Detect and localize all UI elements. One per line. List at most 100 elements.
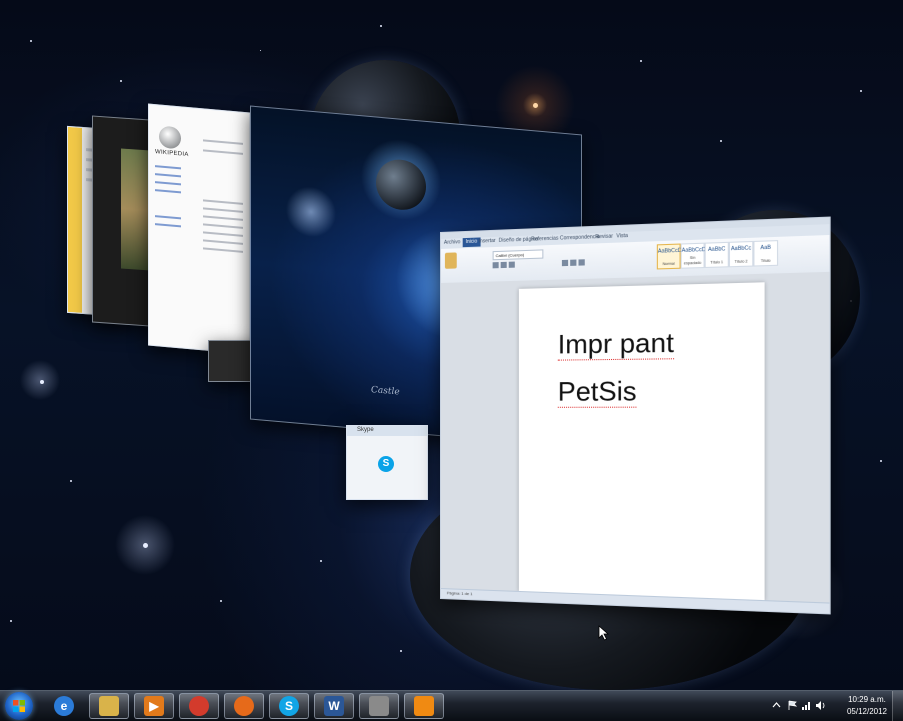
clock[interactable]: 10:29 a.m. 05/12/2012	[847, 694, 887, 718]
bold-icon[interactable]	[492, 262, 499, 269]
text-line	[203, 239, 243, 245]
sidebar-link	[155, 165, 181, 170]
paste-icon[interactable]	[444, 252, 457, 269]
window-browser-wikipedia-thumbnail[interactable]: WIKIPEDIA	[148, 103, 250, 355]
text-line	[203, 247, 243, 253]
sidebar-link	[155, 189, 181, 194]
show-hidden-icons-icon[interactable]	[771, 700, 782, 711]
star	[320, 560, 322, 562]
style-preview: AaB	[760, 244, 772, 252]
taskbar-word-button[interactable]: W	[314, 693, 354, 719]
clock-time: 10:29 a.m.	[848, 695, 886, 704]
windows-logo-icon	[13, 700, 25, 712]
taskbar-vlc-button[interactable]	[404, 693, 444, 719]
wikipedia-globe-icon	[159, 125, 181, 150]
document-line-2[interactable]: PetSis	[557, 375, 637, 408]
star	[720, 140, 722, 142]
ribbon-tab[interactable]: Archivo	[444, 239, 460, 246]
text-line	[203, 199, 243, 205]
taskbar-firefox-button[interactable]	[224, 693, 264, 719]
document-line-1[interactable]: Impr pant	[557, 326, 674, 361]
skype-title: Skype	[357, 427, 374, 433]
italic-icon[interactable]	[500, 261, 507, 269]
volume-icon[interactable]	[815, 700, 826, 711]
star	[533, 103, 538, 108]
ribbon-tab[interactable]: Revisar	[595, 233, 613, 240]
ribbon-tab[interactable]: Correspondencia	[560, 234, 600, 242]
ribbon-tab[interactable]: Vista	[616, 233, 628, 240]
skype-icon: S	[279, 696, 299, 716]
file-explorer-icon	[99, 696, 119, 716]
show-desktop-button[interactable]	[892, 691, 903, 721]
star	[260, 50, 261, 51]
style-name: Título	[760, 258, 771, 264]
star	[380, 25, 382, 27]
action-center-flag-icon[interactable]	[787, 700, 798, 711]
text-line	[203, 215, 243, 221]
taskbar-skype-button[interactable]: S	[269, 693, 309, 719]
ribbon-tab[interactable]: Insertar	[479, 238, 496, 245]
star	[40, 380, 44, 384]
firefox-icon	[234, 696, 254, 716]
text-line	[203, 139, 243, 145]
text-line	[203, 149, 243, 155]
underline-icon[interactable]	[508, 261, 515, 268]
star	[120, 80, 122, 82]
star	[880, 460, 882, 462]
style-option[interactable]: AaBbCc Título 2	[728, 240, 754, 268]
vlc-icon	[414, 696, 434, 716]
star	[220, 600, 222, 602]
taskbar-file-explorer-button[interactable]	[89, 693, 129, 719]
sidebar-link	[155, 181, 181, 186]
star	[860, 90, 862, 92]
style-name: Sin espaciado	[683, 255, 702, 266]
font-name-box[interactable]: Calibri (Cuerpo)	[492, 249, 544, 261]
star	[143, 543, 148, 548]
internet-explorer-icon: e	[54, 696, 74, 716]
skype-logo-icon: S	[378, 456, 394, 472]
style-option[interactable]: AaBbCcDc Normal	[656, 243, 684, 270]
skype-titlebar: Skype	[347, 426, 427, 436]
align-icon[interactable]	[561, 259, 569, 267]
wikipedia-logo-text: WIKIPEDIA	[155, 149, 189, 159]
word-icon: W	[324, 696, 344, 716]
ribbon-tab[interactable]: Referencias	[531, 236, 558, 243]
align-icon[interactable]	[578, 259, 585, 266]
align-icon[interactable]	[570, 259, 577, 266]
style-name: Título 2	[734, 259, 748, 264]
taskbar-chrome-button[interactable]	[179, 693, 219, 719]
sidebar-link	[155, 223, 181, 228]
window-word-document[interactable]: Archivo Inicio Insertar Diseño de página Ref…	[440, 216, 831, 615]
style-preview: AaBbC	[708, 246, 726, 254]
star	[400, 650, 402, 652]
taskbar-media-player-button[interactable]: ▶	[134, 693, 174, 719]
sidebar-link	[155, 215, 181, 220]
star	[30, 40, 32, 42]
style-option[interactable]: AaB Título	[753, 240, 779, 267]
style-preview: AaBbCc	[730, 245, 752, 253]
tool-icon	[369, 696, 389, 716]
network-icon[interactable]	[801, 700, 812, 711]
taskbar-tool-button[interactable]	[359, 693, 399, 719]
star	[640, 60, 642, 62]
text-line	[203, 231, 243, 237]
moon-image	[376, 157, 426, 212]
media-player-icon: ▶	[144, 696, 164, 716]
explorer-sidebar	[68, 126, 82, 313]
chrome-icon	[189, 696, 209, 716]
style-name: Normal	[662, 261, 675, 267]
text-line	[203, 223, 243, 229]
document-canvas: Impr pant PetSis	[440, 271, 830, 604]
wallpaper-signature: Castle	[371, 385, 400, 398]
style-option[interactable]: AaBbC Título 1	[704, 241, 729, 269]
window-skype-thumbnail[interactable]: Skype S	[346, 425, 428, 500]
document-page[interactable]: Impr pant PetSis	[518, 282, 765, 602]
start-button[interactable]	[5, 692, 33, 720]
text-line	[203, 207, 243, 213]
page-count: Página: 1 de 1	[446, 590, 473, 597]
taskbar: e ▶ S W 10:29 a.m. 05/12/2012	[0, 690, 903, 721]
sidebar-link	[155, 173, 181, 178]
taskbar-internet-explorer-button[interactable]: e	[44, 693, 84, 719]
desktop-background: WIKIPEDIA Castle Skype S Archivo Inicio In…	[0, 0, 903, 690]
style-option[interactable]: AaBbCcDc Sin espaciado	[680, 242, 708, 269]
